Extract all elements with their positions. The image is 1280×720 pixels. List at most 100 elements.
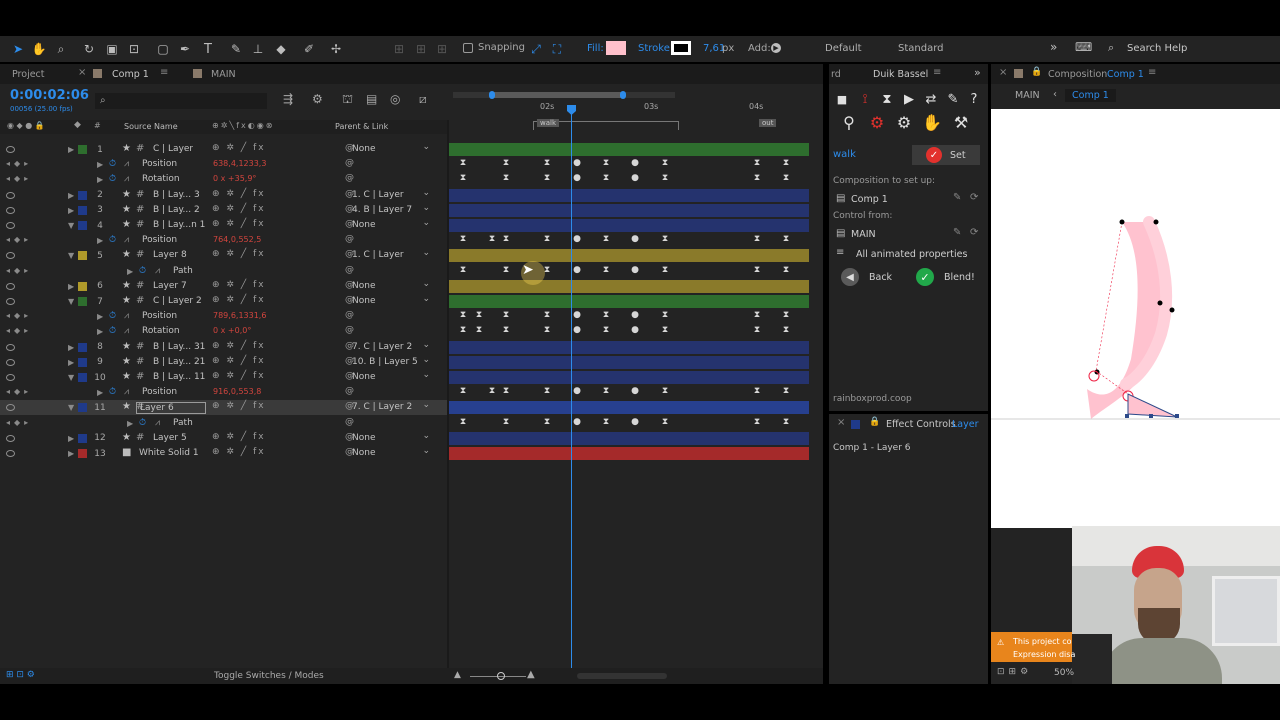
keyframe-marker[interactable]: ⧗ [662,234,668,244]
keyframe-marker[interactable]: ● [573,386,581,396]
layer-name[interactable]: B | Lay... 3 [153,190,200,200]
keyframe-marker[interactable]: ● [573,158,581,168]
time-navigator-range[interactable] [491,92,623,98]
zoom-slider-handle[interactable] [497,672,505,680]
twirl-icon[interactable]: ▶ [97,160,103,169]
zoom-in-icon[interactable]: ▲ [527,669,535,680]
graph-icon[interactable]: ⩘ [155,418,160,428]
keyframe-marker[interactable]: ⧗ [662,310,668,320]
close-icon[interactable]: × [837,417,845,428]
toggle-switches-modes[interactable]: Toggle Switches / Modes [214,671,324,681]
keyframe-marker[interactable]: ⧗ [460,310,466,320]
menu-icon[interactable]: ≡ [160,67,168,78]
keyframe-marker[interactable]: ⧗ [783,173,789,183]
col-parent[interactable]: Parent & Link [335,122,388,131]
search-help-input[interactable]: Search Help [1127,43,1187,54]
breadcrumb-comp[interactable]: Comp 1 [1065,89,1116,102]
snap-grid-icon[interactable]: ⛶ [548,40,566,58]
animated-props-option[interactable]: All animated properties [856,249,967,260]
keyframe-marker[interactable]: ⧗ [503,234,509,244]
graph-icon[interactable]: ⩘ [124,235,129,245]
rectangle-tool-icon[interactable]: ▢ [154,40,172,58]
layer-name[interactable]: Layer 5 [153,433,187,443]
label-color-swatch[interactable] [78,403,87,413]
keyframe-marker[interactable]: ⧗ [754,310,760,320]
visibility-eye-icon[interactable] [6,434,15,442]
layer-switches[interactable]: ⊕ ✲ ╱ fx [212,447,266,457]
comp-mini-flowchart-icon[interactable]: ⇶ [283,92,293,106]
workspace-overflow-icon[interactable]: » [1050,40,1057,54]
keyframe-marker[interactable]: ⧗ [783,265,789,275]
property-row[interactable]: ◂◆▸ ▶ ⏱ ⩘ Position 789,6,1331,6 @ [0,309,447,324]
parent-dropdown[interactable]: 7. C | Layer 2 [352,341,430,353]
keyframe-marker[interactable]: ⧗ [503,265,509,275]
visibility-eye-icon[interactable] [6,282,15,290]
playhead-line[interactable] [571,106,572,671]
close-icon[interactable]: × [78,67,86,78]
keyframe-marker[interactable]: ⧗ [603,234,609,244]
refresh-icon[interactable]: ⟳ [970,192,978,203]
tab-main[interactable]: MAIN [205,64,242,84]
visibility-eye-icon[interactable] [6,191,15,199]
layer-duration-bar[interactable] [449,279,809,293]
graph-icon[interactable]: ⩘ [124,311,129,321]
layer-row[interactable]: ▶ 3 ★ # B | Lay... 2 ⊕ ✲ ╱ fx @4. B | Layer 7 [0,203,447,218]
keyframe-marker[interactable]: ● [573,325,581,335]
keyframe-marker[interactable]: ⧗ [662,417,668,427]
expression-pickwhip-icon[interactable]: @ [345,386,354,396]
visibility-eye-icon[interactable] [6,252,15,260]
tab-composition[interactable]: Composition [1042,64,1113,84]
duik-help-icon[interactable]: ? [964,89,984,109]
keyframe-marker[interactable]: ⧗ [460,386,466,396]
keyframe-marker[interactable]: ● [631,265,639,275]
stroke-swatch[interactable] [671,41,691,55]
twirl-icon[interactable]: ▶ [68,206,74,215]
stopwatch-icon[interactable]: ⏱ [109,387,116,397]
axis-world-icon[interactable]: ⊞ [412,40,430,58]
keyframe-navigator-icon[interactable]: ◂◆▸ [6,326,32,335]
shy-layers-icon[interactable]: ⛫ [342,92,353,108]
layer-row[interactable]: ▼ 4 ★ # B | Lay...n 1 ⊕ ✲ ╱ fx @ None [0,218,447,233]
workspace-standard[interactable]: Standard [898,43,944,54]
keyframe-track[interactable]: ⧗ ⧗ ⧗ ● ⧗ ● ⧗ ⧗ ⧗ [449,172,809,187]
expression-pickwhip-icon[interactable]: @ [345,265,354,275]
keyframe-marker[interactable]: ⧗ [662,325,668,335]
keyframe-marker[interactable]: ⧗ [544,173,550,183]
keyframe-navigator-icon[interactable]: ◂◆▸ [6,159,32,168]
property-value[interactable]: 789,6,1331,6 [213,311,266,320]
tab-truncated[interactable]: rd [825,64,847,84]
type-tool-icon[interactable]: T [199,40,217,58]
layer-row[interactable]: ▼ 5 ★ # Layer 8 ⊕ ✲ ╱ fx @1. C | Layer [0,248,447,263]
keyframe-marker[interactable]: ⧗ [460,417,466,427]
duik-constraints-icon[interactable]: ⧗ [877,89,897,109]
twirl-icon[interactable]: ▶ [68,343,74,352]
parent-dropdown[interactable]: 7. C | Layer 2 [352,401,430,413]
twirl-icon[interactable]: ▼ [68,373,74,382]
clone-stamp-tool-icon[interactable]: ⊥ [249,40,267,58]
edit-icon[interactable]: ✎ [953,227,961,238]
keyframe-marker[interactable]: ⧗ [754,234,760,244]
layer-switches[interactable]: ⊕ ✲ ╱ fx [212,280,266,290]
control-from-value[interactable]: MAIN [851,229,876,240]
keyframe-navigator-icon[interactable]: ◂◆▸ [6,266,32,275]
property-row[interactable]: ◂◆▸ ▶ ⏱ ⩘ Position 764,0,552,5 @ [0,233,447,248]
keyframe-navigator-icon[interactable]: ◂◆▸ [6,174,32,183]
keyframe-marker[interactable]: ⧗ [662,386,668,396]
property-row[interactable]: ◂◆▸ ▶ ⏱ ⩘ Path @ [0,264,447,279]
menu-icon[interactable]: ≡ [933,67,941,78]
edit-icon[interactable]: ✎ [953,192,961,203]
property-row[interactable]: ◂◆▸ ▶ ⏱ ⩘ Position 638,4,1233,3 @ [0,157,447,172]
layer-duration-bar[interactable] [449,188,809,202]
layer-row[interactable]: ▶ 8 ★ # B | Lay... 31 ⊕ ✲ ╱ fx @7. C | Layer 2 [0,340,447,355]
keyframe-marker[interactable]: ⧗ [603,325,609,335]
keyframe-marker[interactable]: ● [631,417,639,427]
property-row[interactable]: ◂◆▸ ▶ ⏱ ⩘ Rotation 0 x +0,0° @ [0,324,447,339]
keyframe-marker[interactable]: ⧗ [489,386,495,396]
label-color-swatch[interactable] [78,251,87,261]
label-color-swatch[interactable] [78,373,87,382]
expression-pickwhip-icon[interactable]: @ [345,234,354,244]
parent-dropdown[interactable]: None [352,447,430,459]
parent-dropdown[interactable]: None [352,143,430,155]
stopwatch-icon[interactable]: ⏱ [139,266,146,276]
walk-preset-label[interactable]: walk [833,149,856,160]
